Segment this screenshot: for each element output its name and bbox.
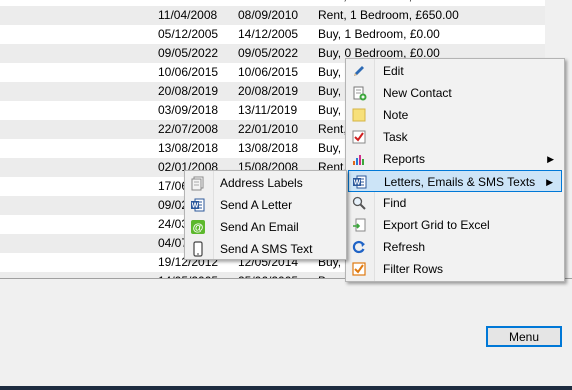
submenu-arrow-icon: ▶ <box>547 154 554 164</box>
email-icon: @ <box>190 219 206 235</box>
note-icon <box>351 107 367 123</box>
table-row[interactable]: 05/12/2005 14/12/2005 Buy, 1 Bedroom, £0.0… <box>0 25 545 44</box>
menu-item-label: New Contact <box>383 86 452 100</box>
menu-item-label: Task <box>383 130 408 144</box>
date-cell-1: 20/08/2019 <box>158 84 219 98</box>
menu-item-refresh[interactable]: Refresh <box>348 236 562 258</box>
menu-item-task[interactable]: Task <box>348 126 562 148</box>
pencil-icon <box>351 63 367 79</box>
date-cell-1: 22/07/2008 <box>158 122 219 136</box>
menu-item-reports[interactable]: Reports ▶ <box>348 148 562 170</box>
export-icon <box>351 217 367 233</box>
menu-item-address-labels[interactable]: Address Labels <box>187 172 344 194</box>
reports-icon <box>351 151 367 167</box>
menu-item-label: Note <box>383 108 409 122</box>
date-cell-2: 14/12/2005 <box>238 27 299 41</box>
menu-item-export-grid-to-excel[interactable]: Export Grid to Excel <box>348 214 562 236</box>
word-icon: W <box>190 197 206 213</box>
menu-item-label: Edit <box>383 64 404 78</box>
menu-item-new-contact[interactable]: New Contact <box>348 82 562 104</box>
property-cell: Buy, <box>318 103 342 117</box>
context-menu: Edit New Contact Note Task Reports ▶ W Letters,… <box>345 58 565 282</box>
date-cell-2: 10/06/2015 <box>238 65 299 79</box>
property-cell: Buy, <box>318 141 342 155</box>
date-cell-1: 11/04/2008 <box>158 8 218 22</box>
svg-text:W: W <box>354 180 361 187</box>
svg-text:W: W <box>192 203 199 210</box>
menu-item-send-a-letter[interactable]: W Send A Letter <box>187 194 344 216</box>
svg-text:@: @ <box>193 222 204 234</box>
menu-item-label: Find <box>383 196 407 210</box>
date-cell-2: 13/11/2019 <box>238 103 298 117</box>
menu-item-send-an-email[interactable]: @ Send An Email <box>187 216 344 238</box>
submenu-arrow-icon: ▶ <box>546 177 553 187</box>
menu-item-find[interactable]: Find <box>348 192 562 214</box>
date-cell-2: 13/08/2018 <box>238 141 299 155</box>
taskbar-strip <box>0 386 572 390</box>
letters-submenu: Address Labels W Send A Letter @ Send An Ema… <box>184 170 347 260</box>
property-cell: Buy, 1 Bedroom, £0.00 <box>318 27 440 41</box>
date-cell-1: 10/06/2015 <box>158 65 219 79</box>
date-cell-1: 03/09/2018 <box>158 103 219 117</box>
date-cell-2: 20/08/2019 <box>238 84 299 98</box>
menu-item-filter-rows[interactable]: Filter Rows <box>348 258 562 280</box>
menu-item-label: Letters, Emails & SMS Texts <box>384 175 536 189</box>
menu-item-label: Reports <box>383 152 426 166</box>
date-cell-2: 08/09/2010 <box>238 8 299 22</box>
property-cell: Rent, 1 Bedroom, £650.00 <box>318 8 459 22</box>
property-cell: Buy, <box>318 84 342 98</box>
menu-item-note[interactable]: Note <box>348 104 562 126</box>
new-contact-icon <box>351 85 367 101</box>
menu-item-letters-emails-sms-texts[interactable]: W Letters, Emails & SMS Texts ▶ <box>348 170 562 192</box>
menu-item-label: Export Grid to Excel <box>383 218 490 232</box>
magnifier-icon <box>351 195 367 211</box>
property-cell: Rent, <box>318 122 347 136</box>
task-icon <box>351 129 367 145</box>
filter-icon <box>351 261 367 277</box>
date-cell-1: 05/12/2005 <box>158 27 219 41</box>
phone-icon <box>190 241 206 257</box>
word-icon: W <box>352 174 368 190</box>
menu-item-label: Send A Letter <box>220 198 293 212</box>
date-cell-2: 22/01/2010 <box>238 122 299 136</box>
property-cell: Buy, <box>318 65 342 79</box>
menu-item-label: Address Labels <box>220 176 303 190</box>
menu-item-send-a-sms-text[interactable]: Send A SMS Text <box>187 238 344 260</box>
menu-button[interactable]: Menu <box>486 326 562 347</box>
menu-item-label: Refresh <box>383 240 426 254</box>
date-cell-1: 13/08/2018 <box>158 141 219 155</box>
menu-item-label: Send A SMS Text <box>220 242 313 256</box>
date-cell-1: 09/05/2022 <box>158 46 219 60</box>
labels-icon <box>190 175 206 191</box>
menu-item-label: Send An Email <box>220 220 299 234</box>
menu-item-label: Filter Rows <box>383 262 444 276</box>
table-row[interactable]: 11/04/2008 08/09/2010 Rent, 1 Bedroom, £65… <box>0 6 545 25</box>
date-cell-2: 09/05/2022 <box>238 46 299 60</box>
menu-item-edit[interactable]: Edit <box>348 60 562 82</box>
refresh-icon <box>351 239 367 255</box>
